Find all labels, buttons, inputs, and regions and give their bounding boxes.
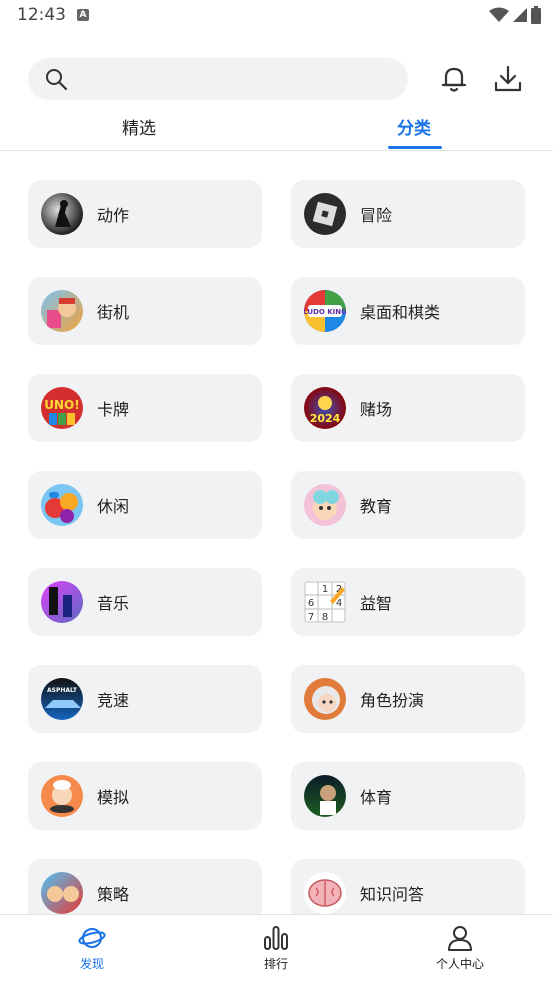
asphalt-logo-text: ASPHALT xyxy=(47,687,78,694)
category-roleplay[interactable]: 角色扮演 xyxy=(291,665,525,733)
category-arcade[interactable]: 街机 xyxy=(28,277,262,345)
notification-badge-icon: A xyxy=(77,9,89,21)
category-action[interactable]: 动作 xyxy=(28,180,262,248)
brain-test-icon xyxy=(304,872,346,914)
battery-icon xyxy=(531,6,541,24)
category-board[interactable]: LUDO KING 桌面和棋类 xyxy=(291,277,525,345)
category-simulation[interactable]: 模拟 xyxy=(28,762,262,830)
fc-football-icon xyxy=(304,775,346,817)
category-label: 音乐 xyxy=(97,594,130,613)
category-label: 冒险 xyxy=(360,206,393,225)
bell-icon[interactable] xyxy=(438,63,470,95)
category-label: 休闲 xyxy=(97,497,130,516)
asphalt-icon: ASPHALT xyxy=(41,678,83,720)
tab-featured[interactable]: 精选 xyxy=(122,114,156,139)
search-bar[interactable] xyxy=(28,58,408,102)
ludo-logo-text: LUDO KING xyxy=(304,308,346,316)
status-icons xyxy=(489,6,541,24)
nav-discover[interactable]: 发现 xyxy=(52,925,132,972)
category-casino[interactable]: 2024 赌场 xyxy=(291,374,525,442)
piano-tiles-icon xyxy=(41,581,83,623)
sudoku-cell: 7 xyxy=(308,612,314,623)
bar-chart-icon xyxy=(264,926,288,950)
category-education[interactable]: 教育 xyxy=(291,471,525,539)
category-label: 竞速 xyxy=(97,691,130,710)
category-label: 动作 xyxy=(97,206,130,225)
category-label: 角色扮演 xyxy=(360,691,425,710)
subway-surfers-icon xyxy=(41,290,83,332)
sudoku-cell: 6 xyxy=(308,598,314,609)
tab-categories[interactable]: 分类 xyxy=(397,114,431,139)
category-puzzle[interactable]: 1 2 6 4 7 8 益智 xyxy=(291,568,525,636)
category-sports[interactable]: 体育 xyxy=(291,762,525,830)
nav-profile[interactable]: 个人中心 xyxy=(420,925,500,972)
tab-bar: 精选 分类 xyxy=(0,108,553,151)
nav-label: 排行 xyxy=(263,957,288,971)
status-bar: 12:43 A xyxy=(0,0,553,32)
nav-label: 个人中心 xyxy=(435,957,484,971)
category-adventure[interactable]: 冒险 xyxy=(291,180,525,248)
nav-ranking[interactable]: 排行 xyxy=(236,925,316,972)
anime-character-icon xyxy=(304,678,346,720)
category-label: 体育 xyxy=(360,788,393,807)
search-input[interactable] xyxy=(78,58,392,102)
strategy-game-icon xyxy=(41,872,83,914)
planet-icon xyxy=(78,928,106,948)
bottom-navigation: 发现 排行 个人中心 xyxy=(0,914,553,985)
ludo-king-icon: LUDO KING xyxy=(304,290,346,332)
sudoku-cell: 4 xyxy=(336,598,342,609)
category-label: 教育 xyxy=(360,497,393,516)
download-icon[interactable] xyxy=(492,63,524,95)
category-label: 卡牌 xyxy=(97,400,130,419)
uno-logo-text: UNO! xyxy=(44,398,79,412)
cooking-game-icon xyxy=(41,775,83,817)
casino-icon: 2024 xyxy=(304,387,346,429)
sudoku-icon: 1 2 6 4 7 8 xyxy=(304,581,346,623)
person-icon xyxy=(448,926,472,951)
category-card[interactable]: UNO! 卡牌 xyxy=(28,374,262,442)
category-label: 赌场 xyxy=(360,400,393,419)
category-label: 益智 xyxy=(360,594,393,613)
casino-logo-text: 2024 xyxy=(310,412,341,425)
active-tab-indicator xyxy=(388,146,442,149)
category-racing[interactable]: ASPHALT 竞速 xyxy=(28,665,262,733)
category-label: 模拟 xyxy=(97,788,130,807)
candy-crush-icon xyxy=(41,484,83,526)
category-label: 桌面和棋类 xyxy=(360,303,441,322)
category-label: 策略 xyxy=(97,885,130,904)
sudoku-cell: 8 xyxy=(322,612,328,623)
search-icon xyxy=(46,69,68,91)
nav-label: 发现 xyxy=(79,957,104,971)
category-casual[interactable]: 休闲 xyxy=(28,471,262,539)
category-label: 知识问答 xyxy=(360,885,425,904)
roblox-icon xyxy=(304,193,346,235)
category-label: 街机 xyxy=(97,303,130,322)
toca-world-icon xyxy=(304,484,346,526)
sudoku-cell: 1 xyxy=(322,584,328,595)
category-music[interactable]: 音乐 xyxy=(28,568,262,636)
status-time: 12:43 xyxy=(17,5,66,25)
wifi-icon xyxy=(489,7,509,22)
uno-icon: UNO! xyxy=(41,387,83,429)
signal-icon xyxy=(513,8,527,22)
action-game-icon xyxy=(41,193,83,235)
